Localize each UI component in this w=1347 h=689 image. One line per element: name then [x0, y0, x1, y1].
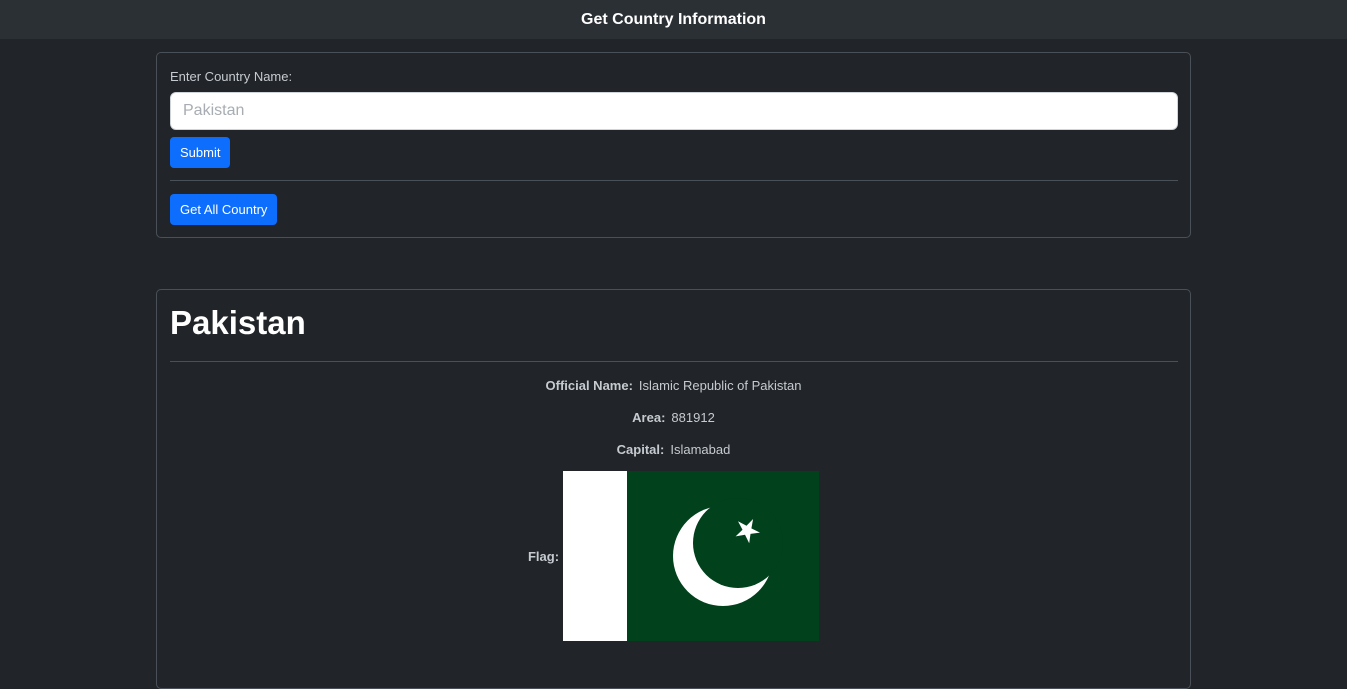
submit-button[interactable]: Submit	[170, 137, 231, 168]
official-name-label: Official Name:	[545, 378, 633, 393]
search-card: Enter Country Name: Submit Get All Count…	[156, 52, 1191, 238]
official-name-row: Official Name: Islamic Republic of Pakist…	[157, 378, 1190, 393]
get-all-country-button[interactable]: Get All Country	[170, 194, 278, 225]
country-title: Pakistan	[170, 304, 306, 341]
flag-label: Flag:	[527, 548, 560, 564]
country-name-input[interactable]	[170, 92, 1178, 130]
country-name-label: Enter Country Name:	[170, 69, 293, 84]
flag-row: Flag:	[157, 471, 1190, 641]
app-header: Get Country Information	[0, 0, 1347, 39]
app-title: Get Country Information	[581, 10, 766, 28]
area-value: 881912	[671, 410, 715, 425]
country-result-card: Pakistan Official Name: Islamic Republic …	[156, 289, 1191, 689]
area-label: Area:	[632, 410, 666, 425]
area-row: Area: 881912	[157, 410, 1190, 425]
result-divider	[170, 361, 1178, 362]
pakistan-flag-icon	[563, 471, 820, 641]
capital-row: Capital: Islamabad	[157, 442, 1190, 457]
official-name-value: Islamic Republic of Pakistan	[638, 378, 802, 393]
capital-label: Capital:	[616, 442, 665, 457]
search-divider	[170, 180, 1178, 181]
capital-value: Islamabad	[670, 442, 731, 457]
